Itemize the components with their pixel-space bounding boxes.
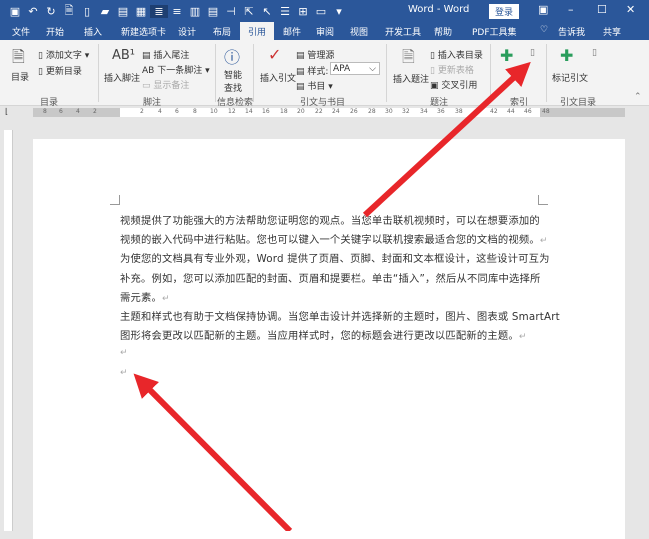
red-arrow-to-paragraph bbox=[133, 373, 293, 531]
red-arrow-to-index bbox=[362, 61, 531, 218]
annotation-arrows bbox=[133, 61, 531, 531]
